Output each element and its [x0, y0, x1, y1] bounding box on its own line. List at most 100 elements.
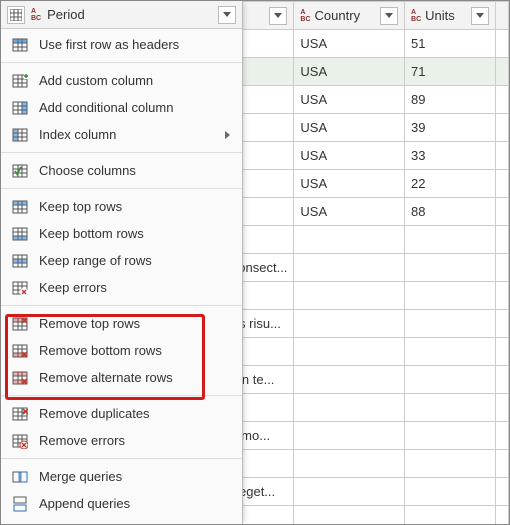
menu-item-label: Remove duplicates [39, 406, 232, 421]
remove-errors[interactable]: Remove errors [1, 427, 242, 454]
cell-empty[interactable] [496, 506, 509, 525]
cell-units[interactable] [405, 254, 496, 282]
column-filter-button[interactable] [471, 7, 489, 25]
cell-country[interactable]: USA [294, 114, 405, 142]
remove-top-rows[interactable]: Remove top rows [1, 310, 242, 337]
grid-header-extra [496, 2, 509, 30]
cell-country[interactable]: USA [294, 86, 405, 114]
cell-country[interactable] [294, 254, 405, 282]
cell-units[interactable] [405, 422, 496, 450]
choose-columns-icon [11, 162, 29, 180]
cell-empty[interactable] [496, 58, 509, 86]
table-menu-icon[interactable] [7, 6, 25, 24]
remove-duplicates[interactable]: Remove duplicates [1, 400, 242, 427]
text-type-icon: ABC [31, 8, 41, 22]
cell-empty[interactable] [496, 422, 509, 450]
cell-country[interactable] [294, 366, 405, 394]
cell-empty[interactable] [496, 198, 509, 226]
cell-empty[interactable] [496, 142, 509, 170]
cell-empty[interactable] [496, 86, 509, 114]
merge-queries[interactable]: Merge queries [1, 463, 242, 490]
cell-units[interactable] [405, 282, 496, 310]
cell-country[interactable] [294, 338, 405, 366]
cell-country[interactable] [294, 506, 405, 525]
cell-country[interactable]: USA [294, 58, 405, 86]
cell-country[interactable] [294, 226, 405, 254]
cell-units[interactable] [405, 226, 496, 254]
column-filter-button[interactable] [269, 7, 287, 25]
menu-header-label: Period [47, 7, 212, 22]
chevron-down-icon [385, 13, 393, 18]
cell-units[interactable] [405, 310, 496, 338]
keep-top-icon [11, 198, 29, 216]
cell-country[interactable] [294, 422, 405, 450]
menu-item-label: Remove alternate rows [39, 370, 232, 385]
cell-empty[interactable] [496, 450, 509, 478]
cell-empty[interactable] [496, 114, 509, 142]
menu-separator [1, 152, 242, 153]
choose-columns[interactable]: Choose columns [1, 157, 242, 184]
keep-bottom-icon [11, 225, 29, 243]
cell-country[interactable] [294, 478, 405, 506]
menu-item-label: Keep range of rows [39, 253, 232, 268]
cell-units[interactable]: 33 [405, 142, 496, 170]
grid-header-country[interactable]: ABC Country [294, 2, 405, 30]
remove-alternate-rows[interactable]: Remove alternate rows [1, 364, 242, 391]
index-column[interactable]: Index column [1, 121, 242, 148]
cell-country[interactable]: USA [294, 142, 405, 170]
cell-units[interactable] [405, 366, 496, 394]
add-custom-column[interactable]: Add custom column [1, 67, 242, 94]
cell-empty[interactable] [496, 310, 509, 338]
cell-units[interactable]: 51 [405, 30, 496, 58]
add-conditional-column[interactable]: Add conditional column [1, 94, 242, 121]
keep-range-rows[interactable]: Keep range of rows [1, 247, 242, 274]
cell-empty[interactable] [496, 170, 509, 198]
cell-empty[interactable] [496, 282, 509, 310]
cell-empty[interactable] [496, 226, 509, 254]
menu-item-label: Add conditional column [39, 100, 232, 115]
cell-country[interactable] [294, 394, 405, 422]
keep-top-rows[interactable]: Keep top rows [1, 193, 242, 220]
remove-bottom-rows[interactable]: Remove bottom rows [1, 337, 242, 364]
cell-units[interactable]: 71 [405, 58, 496, 86]
cell-units[interactable] [405, 478, 496, 506]
cell-units[interactable]: 39 [405, 114, 496, 142]
menu-item-label: Keep top rows [39, 199, 232, 214]
column-filter-button[interactable] [380, 7, 398, 25]
cell-empty[interactable] [496, 338, 509, 366]
cell-country[interactable] [294, 450, 405, 478]
column-filter-button[interactable] [218, 6, 236, 24]
keep-errors-icon [11, 279, 29, 297]
cell-empty[interactable] [496, 478, 509, 506]
chevron-down-icon [223, 12, 231, 17]
keep-bottom-rows[interactable]: Keep bottom rows [1, 220, 242, 247]
append-queries[interactable]: Append queries [1, 490, 242, 517]
menu-item-label: Keep bottom rows [39, 226, 232, 241]
cell-country[interactable]: USA [294, 170, 405, 198]
cell-country[interactable]: USA [294, 198, 405, 226]
header-country-label: Country [315, 8, 361, 23]
menu-separator [1, 62, 242, 63]
cell-units[interactable] [405, 394, 496, 422]
conditional-column-icon [11, 99, 29, 117]
cell-country[interactable]: USA [294, 30, 405, 58]
cell-units[interactable] [405, 450, 496, 478]
header-units-label: Units [425, 8, 455, 23]
cell-units[interactable] [405, 506, 496, 525]
cell-empty[interactable] [496, 254, 509, 282]
menu-separator [1, 188, 242, 189]
cell-units[interactable] [405, 338, 496, 366]
cell-units[interactable]: 89 [405, 86, 496, 114]
cell-country[interactable] [294, 310, 405, 338]
use-first-row-headers[interactable]: Use first row as headers [1, 31, 242, 58]
cell-empty[interactable] [496, 394, 509, 422]
cell-empty[interactable] [496, 366, 509, 394]
cell-units[interactable]: 88 [405, 198, 496, 226]
cell-empty[interactable] [496, 30, 509, 58]
chevron-down-icon [476, 13, 484, 18]
cell-units[interactable]: 22 [405, 170, 496, 198]
keep-errors[interactable]: Keep errors [1, 274, 242, 301]
grid-header-units[interactable]: ABC Units [405, 2, 496, 30]
menu-items: Use first row as headers Add custom colum… [1, 29, 242, 524]
cell-country[interactable] [294, 282, 405, 310]
